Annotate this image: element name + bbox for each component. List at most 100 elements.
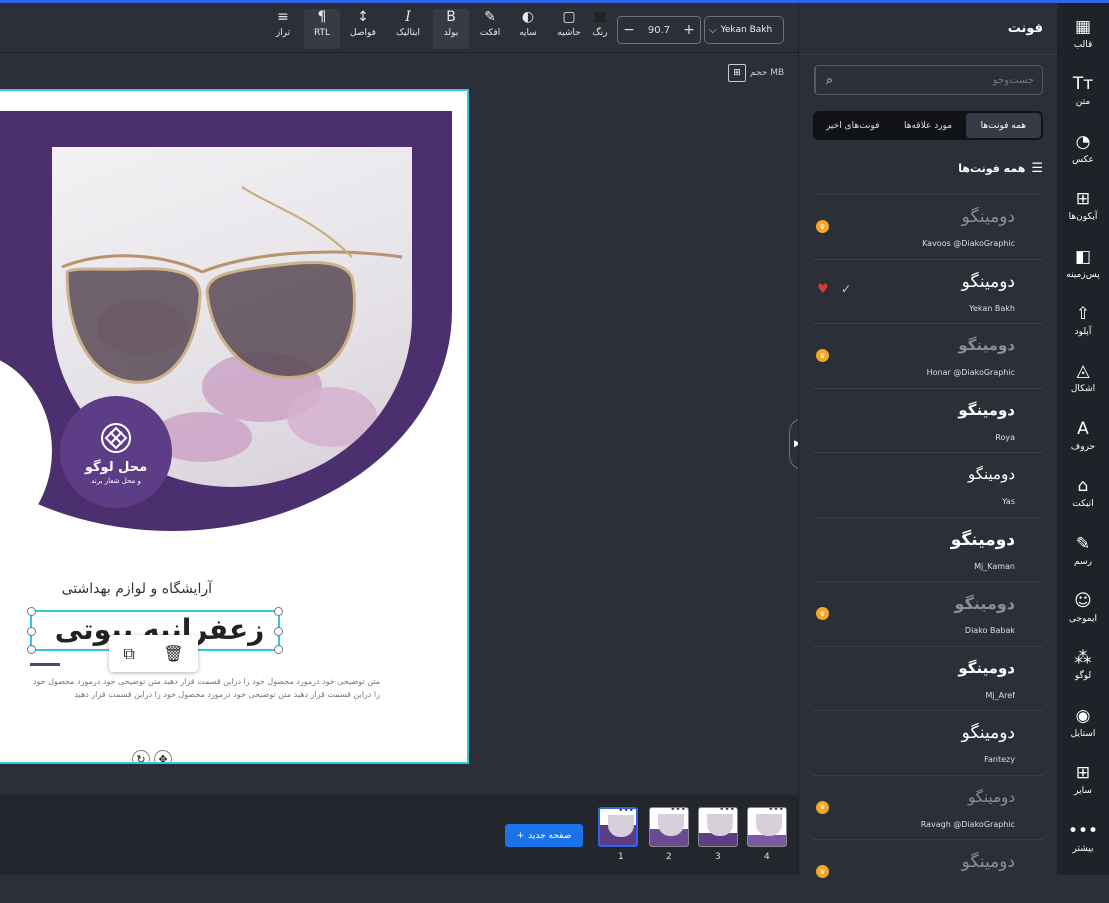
tab-favorites[interactable]: مورد علاقه‌ها (890, 113, 965, 138)
premium-crown-icon: ♛ (816, 349, 829, 362)
font-list-item[interactable]: دومینگو Mj_Kaman (813, 516, 1043, 581)
spacing-button[interactable]: ↕ فواصل (345, 9, 381, 49)
tab-all-fonts[interactable]: همه فونت‌ها (965, 113, 1041, 138)
body-text[interactable]: متن توضیحی خود درمورد محصول خود را دراین… (30, 675, 380, 701)
page-thumbnail[interactable]: ••• (698, 807, 738, 847)
sidebar-item-emoji[interactable]: ☺ ایموجی (1057, 579, 1109, 637)
shadow-button[interactable]: ◐ سایه (510, 9, 546, 49)
rotate-icon[interactable]: ↻ (132, 750, 150, 762)
font-sample: دومینگو (958, 336, 1015, 354)
knot-logo-icon (101, 422, 131, 453)
subtitle-text[interactable]: آرایشگاه و لوازم بهداشتی (42, 581, 212, 597)
font-list-item[interactable]: دومینگو Roya (813, 387, 1043, 452)
resize-handle[interactable] (274, 607, 283, 616)
shapes-icon: ◬ (1076, 361, 1090, 382)
font-list-item[interactable]: دومینگو Yekan Bakh ♥ ✓ (813, 258, 1043, 323)
emoji-icon: ☺ (1074, 591, 1092, 611)
resize-handle[interactable] (27, 627, 36, 636)
font-list-item[interactable]: دومینگو Mj_Aref (813, 645, 1043, 710)
sidebar-item-letters[interactable]: A حروف (1057, 407, 1109, 465)
sidebar-item-background[interactable]: ◧ پس‌زمینه (1057, 235, 1109, 293)
font-size-stepper[interactable]: − 90.7 + (617, 16, 701, 44)
element-actions-popover: ⧉ 🗑 (109, 635, 198, 672)
border-icon: ▢ (562, 9, 576, 25)
background-icon: ◧ (1074, 246, 1092, 267)
font-name: Roya (995, 432, 1015, 442)
font-size-value[interactable]: 90.7 (648, 25, 670, 36)
color-icon: ■ (593, 9, 607, 25)
design-canvas[interactable]: محل لوگو و محل شعار برند آرایشگاه و لواز… (0, 89, 469, 764)
move-icon[interactable]: ✥ (154, 750, 172, 762)
font-list-item[interactable]: دومینگو Kavoos @DiakoGraphic ♛ (813, 194, 1043, 258)
border-button[interactable]: ▢ حاشیه (551, 9, 587, 49)
trash-icon[interactable]: 🗑 (163, 644, 183, 663)
file-size-indicator[interactable]: ⊞ حجم MB (728, 64, 784, 82)
calculator-icon: ⊞ (728, 64, 746, 82)
search-input[interactable] (843, 66, 1042, 94)
duplicate-icon[interactable]: ⧉ (123, 644, 134, 664)
align-button[interactable]: ≡ تراز (265, 9, 301, 49)
sidebar-item-upload[interactable]: ⇧ آپلود (1057, 292, 1109, 350)
sidebar-item-label: حروف (1070, 441, 1096, 452)
page-number: 1 (618, 852, 624, 862)
font-family-select[interactable]: ⌵ Yekan Bakh (704, 16, 784, 44)
font-name: Mj_Aref (985, 690, 1015, 700)
page-thumbnail[interactable]: ••• (747, 807, 787, 847)
font-list-item[interactable]: دومینگو Ravagh @DiakoGraphic ♛ (813, 774, 1043, 839)
resize-handle[interactable] (27, 645, 36, 654)
favorite-heart-icon[interactable]: ♥ (817, 282, 829, 297)
sidebar-item-style[interactable]: ◉ استایل (1057, 694, 1109, 752)
plus-icon[interactable]: + (682, 22, 696, 38)
logo-placeholder[interactable]: محل لوگو و محل شعار برند (60, 396, 172, 508)
more-dots-icon[interactable]: ••• (719, 808, 735, 815)
plus-icon: + (516, 830, 525, 841)
upload-icon: ⇧ (1075, 304, 1091, 324)
more-dots-icon[interactable]: ••• (670, 808, 686, 815)
sidebar-item-draw[interactable]: ✎ رسم (1057, 522, 1109, 580)
minus-icon[interactable]: − (622, 22, 636, 38)
font-sample: دومینگو (967, 787, 1015, 806)
font-list-item[interactable]: دومینگو ♛ (813, 839, 1043, 903)
page-thumbnail[interactable]: ••• (598, 807, 638, 847)
font-name: Diako Babak (964, 626, 1015, 635)
page-number: 4 (764, 852, 770, 862)
page-thumbnail[interactable]: ••• (649, 807, 689, 847)
chevron-down-icon: ⌵ (709, 24, 717, 36)
more-dots-icon[interactable]: ••• (768, 808, 784, 815)
sidebar-item-shapes[interactable]: ◬ اشکال (1057, 349, 1109, 407)
sidebar-item-template[interactable]: ▦ قالب (1057, 5, 1109, 63)
spacing-icon: ↕ (357, 9, 369, 25)
font-list-item[interactable]: دومینگو Fantezy (813, 710, 1043, 774)
sidebar-item-label[interactable]: ⌂ اتیکت (1057, 464, 1109, 522)
sidebar-item-logo[interactable]: ⁂ لوگو (1057, 636, 1109, 694)
add-page-button[interactable]: + صفحه جدید (505, 824, 583, 847)
font-name: Honar @DiakoGraphic (926, 368, 1015, 377)
bold-button[interactable]: B بولد (433, 9, 469, 49)
font-list-item[interactable]: دومینگو Diako Babak ♛ (813, 581, 1043, 645)
more-dots-icon[interactable]: ••• (618, 809, 634, 816)
sidebar-item-more[interactable]: ••• بیشتر (1057, 809, 1109, 867)
resize-handle[interactable] (274, 627, 283, 636)
resize-handle[interactable] (27, 607, 36, 616)
sidebar-item-more-shapes[interactable]: ⊞ سایر (1057, 751, 1109, 809)
font-name: Kavoos @DiakoGraphic (922, 239, 1015, 248)
sidebar-item-label: آیکون‌ها (1068, 212, 1098, 223)
rtl-button[interactable]: ¶ RTL (304, 9, 340, 49)
sidebar-item-photo[interactable]: ◔ عکس (1057, 120, 1109, 178)
resize-handle[interactable] (274, 645, 283, 654)
sidebar-item-icons[interactable]: ⊞ آیکون‌ها (1057, 177, 1109, 235)
effect-button[interactable]: ✎ افکت (472, 9, 508, 49)
transform-handles: ↻ ✥ (132, 750, 172, 762)
logo-slogan: و محل شعار برند (91, 476, 141, 485)
font-name: Ravagh @DiakoGraphic (920, 819, 1015, 829)
font-list-item[interactable]: دومینگو Yas (813, 452, 1043, 516)
search-button[interactable]: ⌕ (815, 66, 843, 94)
tab-recent-fonts[interactable]: فونت‌های اخیر (815, 113, 890, 138)
font-list-item[interactable]: دومینگو Honar @DiakoGraphic ♛ (813, 323, 1043, 387)
premium-crown-icon: ♛ (816, 220, 829, 233)
sidebar-item-text[interactable]: Tт متن (1057, 62, 1109, 120)
thumb-photo (707, 814, 733, 836)
label-icon: ⌂ (1077, 476, 1089, 497)
color-button[interactable]: ■ رنگ (585, 9, 615, 49)
italic-button[interactable]: I ایتالیک (390, 9, 426, 49)
